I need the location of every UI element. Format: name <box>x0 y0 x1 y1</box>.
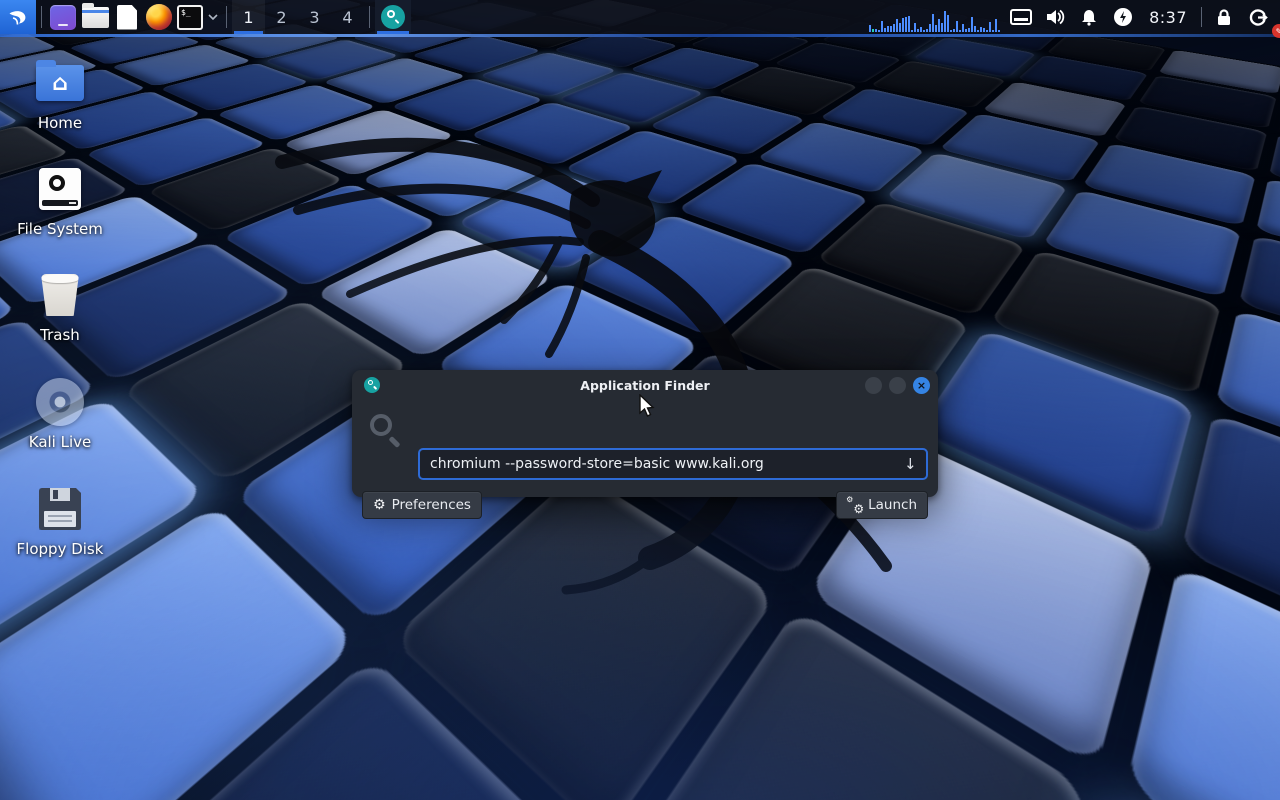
file-manager-launcher[interactable] <box>79 0 111 34</box>
panel-separator <box>41 6 42 28</box>
close-button[interactable]: × <box>913 377 930 394</box>
keyboard-icon <box>1010 9 1032 25</box>
logout-button[interactable] <box>1242 0 1274 34</box>
panel-separator <box>226 6 227 28</box>
desktop-icon-label: File System <box>12 220 108 238</box>
panel-separator <box>1201 7 1202 27</box>
maximize-button[interactable] <box>889 377 906 394</box>
lock-icon <box>1215 8 1233 27</box>
desktop-icon-trash[interactable]: Trash <box>12 270 108 344</box>
wallpaper-horizon-glow <box>0 34 1280 37</box>
clock[interactable]: 8:37 <box>1141 8 1195 27</box>
desktop-icon-home[interactable]: ⌂ Home <box>12 58 108 132</box>
minimize-button[interactable] <box>865 377 882 394</box>
kali-logo-icon <box>6 5 30 29</box>
desktop-icon-file-system[interactable]: File System <box>12 164 108 238</box>
workspace-1[interactable]: 1 <box>232 0 265 34</box>
close-icon: × <box>917 380 926 391</box>
speaker-icon <box>1045 8 1065 26</box>
launch-button[interactable]: ⚙⚙ Launch <box>836 491 928 519</box>
lock-screen-button[interactable] <box>1208 0 1240 34</box>
edit-badge-icon: ✎ <box>1272 24 1280 38</box>
chevron-down-icon <box>208 14 218 20</box>
terminal-dropdown-button[interactable] <box>205 0 221 34</box>
taskbar-application-finder-button[interactable] <box>375 0 411 34</box>
desktop-icon-label: Home <box>12 114 108 132</box>
desktop-icon <box>50 5 76 30</box>
applications-menu-button[interactable] <box>0 0 36 34</box>
preferences-label: Preferences <box>392 497 471 513</box>
panel-separator <box>369 6 370 28</box>
titlebar[interactable]: Application Finder × <box>352 370 938 400</box>
document-icon <box>117 5 137 30</box>
trash-icon <box>41 274 79 316</box>
window-controls: × <box>865 377 930 394</box>
floppy-disk-icon <box>39 488 81 530</box>
hard-drive-icon <box>39 168 81 210</box>
keyboard-indicator-button[interactable] <box>1005 0 1037 34</box>
gear-icon: ⚙ <box>373 498 386 512</box>
preferences-button[interactable]: ⚙ Preferences <box>362 491 482 519</box>
desktop-icon-kali-live[interactable]: Kali Live <box>12 377 108 451</box>
firefox-icon <box>146 4 172 30</box>
home-folder-icon: ⌂ <box>36 65 84 101</box>
run-gears-icon: ⚙⚙ <box>847 498 862 513</box>
cd-disc-icon <box>36 378 84 426</box>
search-icon <box>370 414 392 436</box>
window-title: Application Finder <box>352 378 938 393</box>
top-panel: ✎ $_ 1 2 3 4 <box>0 0 1280 34</box>
desktop: ⌂ Home File System Trash Kali Live Flopp… <box>0 0 1280 800</box>
launch-label: Launch <box>868 497 917 513</box>
logout-icon <box>1249 8 1268 27</box>
desktop-icon-label: Trash <box>12 326 108 344</box>
home-icon: ⌂ <box>36 65 84 101</box>
desktop-icon-label: Kali Live <box>12 433 108 451</box>
application-finder-window: Application Finder × ↓ ⚙ Preferences <box>352 370 938 497</box>
text-editor-launcher[interactable]: ✎ <box>111 0 143 34</box>
power-bolt-icon <box>1113 7 1133 27</box>
system-load-graph[interactable] <box>869 8 1003 32</box>
workspace-switcher: 1 2 3 4 <box>232 0 364 34</box>
show-desktop-button[interactable] <box>47 0 79 34</box>
terminal-launcher[interactable]: $_ <box>175 0 205 34</box>
desktop-icon-floppy-disk[interactable]: Floppy Disk <box>12 484 108 558</box>
firefox-launcher[interactable] <box>143 0 175 34</box>
volume-button[interactable] <box>1039 0 1071 34</box>
command-input[interactable] <box>418 448 928 480</box>
button-row: ⚙ Preferences ⚙⚙ Launch <box>362 491 928 519</box>
terminal-icon: $_ <box>177 5 203 30</box>
notifications-button[interactable] <box>1073 0 1105 34</box>
workspace-3[interactable]: 3 <box>298 0 331 34</box>
folder-icon <box>82 7 109 28</box>
workspace-2[interactable]: 2 <box>265 0 298 34</box>
application-finder-icon <box>381 5 405 29</box>
desktop-icon-label: Floppy Disk <box>12 540 108 558</box>
bell-icon <box>1080 8 1098 26</box>
power-manager-button[interactable] <box>1107 0 1139 34</box>
workspace-4[interactable]: 4 <box>331 0 364 34</box>
